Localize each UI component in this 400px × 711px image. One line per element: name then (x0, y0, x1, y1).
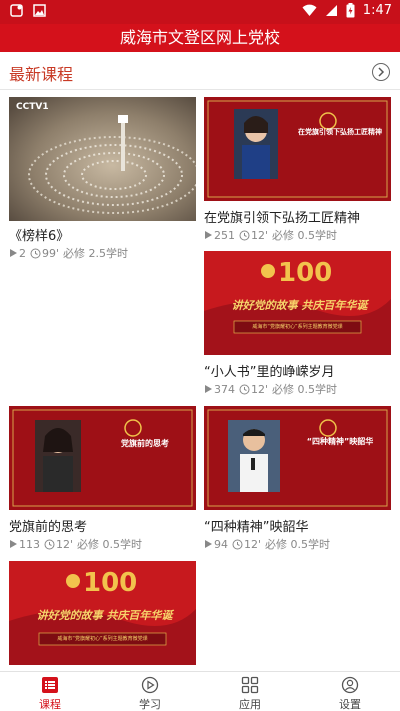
course-meta: 2 99' 必修 2.5学时 (9, 245, 128, 261)
view-count: 113 (19, 537, 40, 551)
view-count: 94 (214, 537, 228, 551)
course-card[interactable]: 党旗前的思考 党旗前的思考 113 12' 必修 0.5学时 (9, 406, 196, 552)
thumb-caption: CCTV1 (16, 102, 49, 112)
thumb-caption: 讲好党的故事 共庆百年华诞 (231, 299, 368, 312)
course-title: 在党旗引领下弘扬工匠精神 (204, 211, 361, 226)
battery-icon (346, 3, 355, 18)
course-title: “小人书”里的峥嵘岁月 (204, 365, 335, 380)
credit-hours: 必修 0.5学时 (265, 538, 331, 551)
view-count: 374 (214, 382, 235, 396)
course-title: “四种精神”映韶华 (204, 520, 309, 535)
tab-settings[interactable]: 设置 (300, 672, 400, 711)
app-title: 威海市文登区网上党校 (119, 28, 280, 47)
play-icon (10, 249, 17, 257)
wifi-icon (302, 4, 317, 17)
bottom-tab-bar: 课程 学习 应用 设置 (0, 671, 400, 711)
course-meta: 374 12' 必修 0.5学时 (204, 381, 337, 397)
thumb-caption: 在党旗引领下弘扬工匠精神 (298, 128, 382, 136)
credit-hours: 必修 0.5学时 (272, 383, 338, 396)
play-icon (205, 540, 212, 548)
more-button[interactable] (372, 63, 390, 81)
duration: 99' (42, 246, 60, 260)
clock-icon (239, 384, 250, 394)
course-meta: 94 12' 必修 0.5学时 (204, 536, 330, 552)
course-card[interactable]: 在党旗引领下弘扬工匠精神 在党旗引领下弘扬工匠精神 251 12' 必修 0.5… (204, 97, 391, 243)
course-thumbnail: “四种精神”映韶华 (204, 406, 391, 510)
notification-icon (10, 4, 23, 17)
course-thumbnail: CCTV1 (9, 97, 196, 221)
play-icon (205, 231, 212, 239)
section-title: 最新课程 (9, 65, 74, 84)
course-thumbnail: 100 讲好党的故事 共庆百年华诞 威海市“党旗耀初心”系列主题教育微党课 (9, 561, 196, 665)
credit-hours: 必修 2.5学时 (63, 247, 129, 260)
thumb-caption: “四种精神”映韶华 (306, 437, 374, 446)
course-thumbnail: 100 讲好党的故事 共庆百年华诞 威海市“党旗耀初心”系列主题教育微党课 (204, 251, 391, 355)
list-icon (42, 677, 58, 693)
thumb-caption: 党旗前的思考 (121, 439, 169, 448)
clock-icon (44, 539, 55, 549)
view-count: 2 (19, 246, 26, 260)
duration: 12' (251, 382, 269, 396)
thumb-banner: 威海市“党旗耀初心”系列主题教育微党课 (57, 636, 148, 642)
credit-hours: 必修 0.5学时 (272, 229, 338, 242)
play-icon (205, 385, 212, 393)
clock-icon (239, 230, 250, 240)
tab-study[interactable]: 学习 (100, 672, 200, 711)
course-meta: 251 12' 必修 0.5学时 (204, 227, 337, 243)
course-title: 党旗前的思考 (9, 520, 88, 535)
signal-icon (325, 5, 337, 16)
thumb-banner: 威海市“党旗耀初心”系列主题教育微党课 (252, 324, 343, 330)
section-header: 最新课程 (0, 55, 400, 89)
duration: 12' (251, 228, 269, 242)
course-card[interactable]: “四种精神”映韶华 “四种精神”映韶华 94 12' 必修 0.5学时 (204, 406, 391, 552)
clock-icon (232, 539, 243, 549)
status-bar: 1:47 (0, 0, 400, 24)
course-thumbnail: 党旗前的思考 (9, 406, 196, 510)
duration: 12' (56, 537, 74, 551)
tab-label: 设置 (339, 698, 361, 711)
section-divider (0, 89, 400, 90)
tab-courses[interactable]: 课程 (0, 672, 100, 711)
tab-label: 应用 (239, 698, 261, 711)
status-time: 1:47 (362, 3, 392, 18)
course-card[interactable]: 100 讲好党的故事 共庆百年华诞 威海市“党旗耀初心”系列主题教育微党课 (9, 561, 196, 665)
tab-label: 学习 (139, 698, 161, 711)
grid-icon (241, 676, 259, 694)
svg-text:100: 100 (83, 568, 137, 598)
thumb-caption: 讲好党的故事 共庆百年华诞 (36, 609, 173, 622)
clock-icon (30, 248, 41, 258)
course-meta: 113 12' 必修 0.5学时 (9, 536, 142, 552)
gallery-icon (33, 4, 46, 17)
app-bar: 威海市文登区网上党校 (0, 24, 400, 52)
play-icon (10, 540, 17, 548)
play-circle-icon (141, 676, 159, 694)
view-count: 251 (214, 228, 235, 242)
tab-label: 课程 (39, 698, 61, 711)
svg-text:100: 100 (278, 258, 332, 288)
course-card[interactable]: CCTV1 《榜样6》 2 99' 必修 2.5学时 (9, 97, 196, 262)
course-title: 《榜样6》 (9, 229, 70, 244)
course-card[interactable]: 100 讲好党的故事 共庆百年华诞 威海市“党旗耀初心”系列主题教育微党课 “小… (204, 251, 391, 397)
course-thumbnail: 在党旗引领下弘扬工匠精神 (204, 97, 391, 201)
user-circle-icon (341, 676, 359, 694)
credit-hours: 必修 0.5学时 (77, 538, 143, 551)
duration: 12' (244, 537, 262, 551)
tab-apps[interactable]: 应用 (200, 672, 300, 711)
chevron-right-icon (378, 67, 385, 77)
